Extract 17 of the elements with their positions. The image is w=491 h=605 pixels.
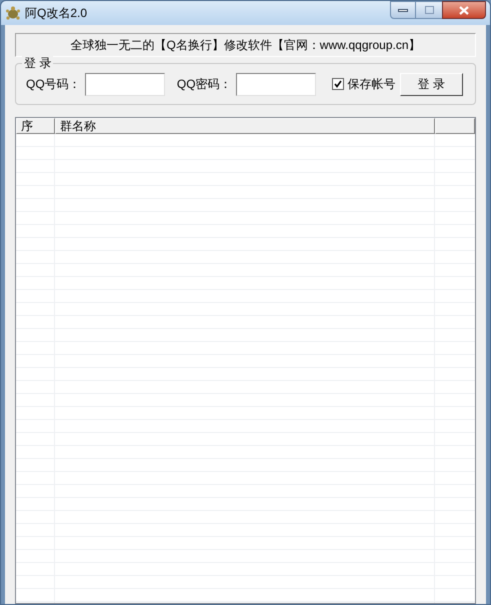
column-header[interactable]: 群名称 bbox=[55, 118, 435, 134]
close-button[interactable] bbox=[442, 1, 486, 19]
window-title: 阿Q改名2.0 bbox=[25, 5, 88, 22]
login-button[interactable]: 登 录 bbox=[400, 72, 463, 96]
qq-password-field[interactable] bbox=[236, 72, 316, 96]
save-account-checkbox[interactable] bbox=[332, 78, 344, 90]
qq-number-field[interactable] bbox=[84, 72, 165, 96]
close-icon bbox=[459, 6, 469, 14]
turtle-icon bbox=[5, 5, 21, 21]
save-account-label: 保存帐号 bbox=[348, 76, 396, 93]
group-legend: 登 录 bbox=[22, 55, 54, 71]
banner-text: 全球独一无二的【Q名换行】修改软件【官网：www.qqgroup.cn】 bbox=[15, 33, 476, 57]
minimize-button[interactable] bbox=[390, 1, 416, 19]
qq-password-label: QQ密码： bbox=[176, 76, 232, 93]
column-header[interactable] bbox=[435, 118, 475, 134]
column-header[interactable]: 序 bbox=[16, 118, 55, 134]
qq-number-label: QQ号码： bbox=[26, 76, 81, 93]
